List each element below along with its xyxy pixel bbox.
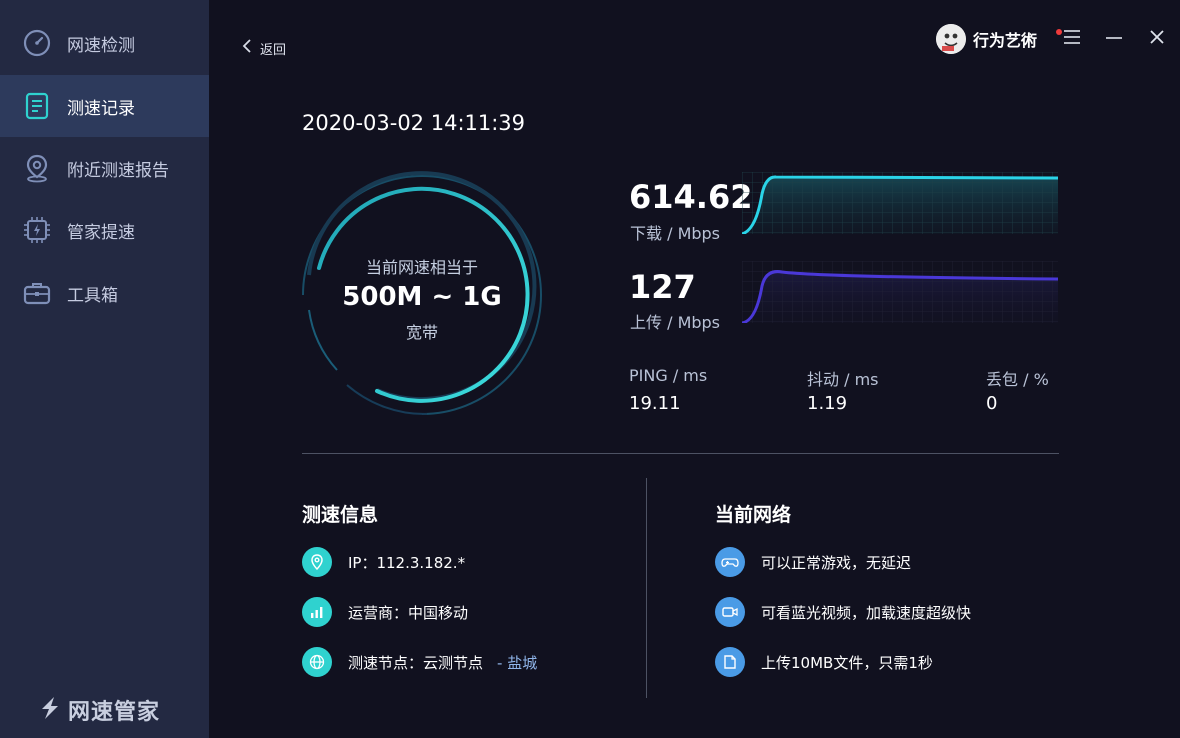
network-upload-text: 上传10MB文件，只需1秒 (761, 653, 933, 672)
back-label: 返回 (260, 42, 287, 58)
divider (646, 478, 647, 698)
chip-bolt-icon (22, 215, 52, 245)
list-item: 测速节点：云测节点 - 盐城 (302, 647, 537, 677)
signal-bars-icon (302, 597, 332, 627)
location-pin-icon (22, 153, 52, 183)
speed-info-title: 测速信息 (302, 504, 379, 526)
back-button[interactable]: 返回 (242, 38, 286, 58)
sidebar-item-boost[interactable]: 管家提速 (0, 199, 209, 261)
gauge-caption: 当前网速相当于 (365, 258, 478, 277)
node-text: 测速节点：云测节点 (348, 653, 484, 672)
sidebar-item-speed-test[interactable]: 网速检测 (0, 12, 209, 74)
test-datetime: 2020-03-02 14:11:39 (302, 111, 526, 135)
menu-button[interactable] (1061, 28, 1083, 50)
minimize-icon (1105, 29, 1123, 49)
sidebar-item-speed-records[interactable]: 测速记录 (0, 75, 209, 137)
list-item: 上传10MB文件，只需1秒 (715, 647, 933, 677)
avatar[interactable] (936, 24, 966, 54)
sidebar-item-label: 测速记录 (67, 98, 135, 119)
sidebar-item-label: 附近测速报告 (67, 160, 169, 181)
gauge-bandwidth: 500M ~ 1G (342, 282, 502, 312)
upload-value: 127 (629, 268, 696, 306)
sidebar-item-nearby-report[interactable]: 附近测速报告 (0, 137, 209, 199)
user-profile[interactable]: 行为艺術 (936, 24, 1037, 54)
ip-text: IP：112.3.182.* (348, 553, 466, 572)
file-icon (715, 647, 745, 677)
brand-logo: 网速管家 (36, 694, 160, 726)
jitter-value: 1.19 (807, 393, 848, 414)
minimize-button[interactable] (1103, 28, 1125, 50)
network-gaming-text: 可以正常游戏，无延迟 (761, 553, 912, 572)
lightning-logo-icon (36, 695, 64, 725)
close-icon (1149, 29, 1165, 49)
divider (302, 453, 1059, 454)
sidebar: 网速检测 测速记录 附近测速报告 管家提速 工具箱 网速管家 (0, 0, 209, 738)
sidebar-item-label: 网速检测 (67, 35, 135, 56)
list-item: 可看蓝光视频，加载速度超级快 (715, 597, 971, 627)
chevron-left-icon (242, 38, 252, 58)
download-value: 614.62 (629, 178, 753, 216)
hamburger-icon (1063, 29, 1081, 49)
node-city: - 盐城 (497, 653, 538, 672)
gauge-unit: 宽带 (405, 323, 438, 342)
isp-text: 运营商：中国移动 (348, 603, 469, 622)
upload-chart (742, 261, 1058, 323)
network-video-text: 可看蓝光视频，加载速度超级快 (761, 603, 972, 622)
sidebar-item-label: 管家提速 (67, 222, 135, 243)
document-icon (22, 91, 52, 121)
packet-loss-label: 丢包 / % (986, 370, 1049, 389)
download-label: 下载 / Mbps (630, 224, 721, 243)
brand-name: 网速管家 (68, 700, 161, 725)
globe-icon (302, 647, 332, 677)
upload-label: 上传 / Mbps (630, 313, 721, 332)
ping-label: PING / ms (629, 366, 708, 385)
list-item: 可以正常游戏，无延迟 (715, 547, 911, 577)
toolbox-icon (22, 278, 52, 308)
sidebar-item-toolbox[interactable]: 工具箱 (0, 262, 209, 324)
list-item: IP：112.3.182.* (302, 547, 465, 577)
download-chart (742, 172, 1058, 234)
video-icon (715, 597, 745, 627)
close-button[interactable] (1146, 28, 1168, 50)
location-pin-icon (302, 547, 332, 577)
list-item: 运营商：中国移动 (302, 597, 468, 627)
network-title: 当前网络 (715, 504, 792, 526)
sidebar-item-label: 工具箱 (67, 285, 118, 306)
speedometer-icon (22, 28, 52, 58)
gauge-text: 当前网速相当于 500M ~ 1G 宽带 (297, 170, 547, 420)
username: 行为艺術 (973, 31, 1038, 50)
packet-loss-value: 0 (986, 393, 998, 414)
gamepad-icon (715, 547, 745, 577)
ping-value: 19.11 (629, 393, 681, 414)
jitter-label: 抖动 / ms (807, 370, 879, 389)
